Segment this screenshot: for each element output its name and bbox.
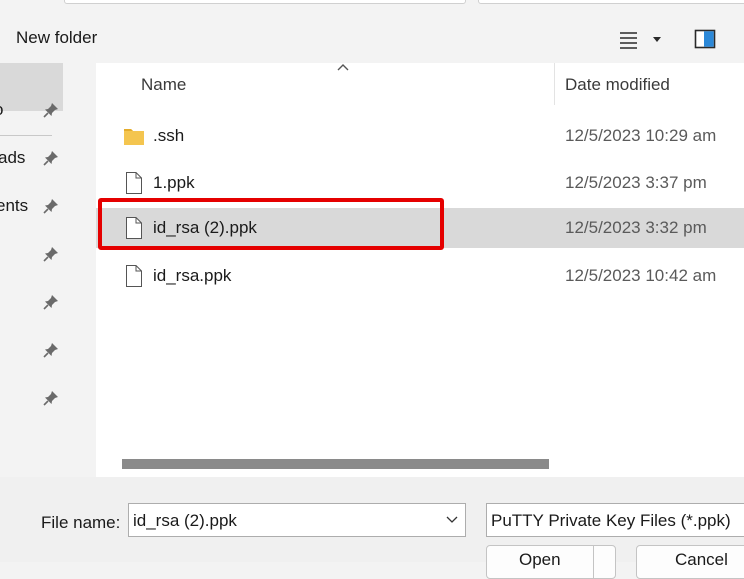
address-bar[interactable] [64,0,466,4]
file-type-select[interactable]: PuTTY Private Key Files (*.ppk) [486,503,744,537]
file-list: Name Date modified .ssh 12/5/2023 10:29 a… [96,63,744,477]
file-icon [126,265,142,287]
highlight-annotation-box [98,198,444,250]
nav-item-label[interactable]: ads [0,148,25,168]
dialog-footer: File name: id_rsa (2).ppk PuTTY Private … [0,477,744,579]
nav-divider [0,135,52,136]
open-button-label: Open [519,550,561,569]
preview-pane-icon [694,29,716,49]
sort-ascending-icon [337,64,349,71]
preview-pane-button[interactable] [692,27,718,53]
file-name: .ssh [153,126,185,145]
nav-scrollbar[interactable] [64,63,68,477]
cancel-button[interactable]: Cancel [636,545,744,579]
list-view-icon [620,32,661,49]
nav-item-label[interactable]: o [0,100,3,120]
file-date-modified: 12/5/2023 10:42 am [565,266,717,285]
open-split-divider [593,546,594,578]
file-type-value: PuTTY Private Key Files (*.ppk) [491,511,731,530]
pin-icon[interactable] [42,293,60,311]
column-divider[interactable] [554,63,555,105]
view-options-button[interactable] [616,27,664,53]
file-date-modified: 12/5/2023 3:32 pm [565,218,707,237]
cancel-button-label: Cancel [675,550,728,569]
toolbar: New folder [0,17,744,63]
open-button[interactable]: Open [486,545,616,579]
file-name: 1.ppk [153,173,195,192]
pin-icon[interactable] [42,341,60,359]
search-box[interactable] [478,0,744,4]
chevron-down-icon[interactable] [445,514,459,526]
file-row[interactable]: .ssh 12/5/2023 10:29 am [96,116,744,156]
column-header-name[interactable]: Name [141,75,186,95]
folder-icon [124,129,144,145]
file-row[interactable]: id_rsa.ppk 12/5/2023 10:42 am [96,256,744,296]
file-date-modified: 12/5/2023 10:29 am [565,126,717,145]
pin-icon[interactable] [42,389,60,407]
new-folder-button[interactable]: New folder [16,28,97,48]
file-name-combobox[interactable]: id_rsa (2).ppk [128,503,466,537]
file-row[interactable]: 1.ppk 12/5/2023 3:37 pm [96,163,744,203]
file-name-label: File name: [41,513,121,532]
pin-icon[interactable] [42,245,60,263]
file-icon [126,172,142,194]
file-date-modified: 12/5/2023 3:37 pm [565,173,707,192]
pin-icon[interactable] [42,149,60,167]
nav-item-label[interactable]: ents [0,196,28,216]
file-name-input[interactable]: id_rsa (2).ppk [133,511,237,531]
caret-down-icon [653,37,661,42]
horizontal-scrollbar-thumb[interactable] [122,459,549,469]
file-name: id_rsa.ppk [153,266,232,285]
pin-icon[interactable] [42,197,60,215]
column-header-date-modified[interactable]: Date modified [565,75,670,95]
navigation-pane: o ads ents [0,63,68,477]
pin-icon[interactable] [42,101,60,119]
